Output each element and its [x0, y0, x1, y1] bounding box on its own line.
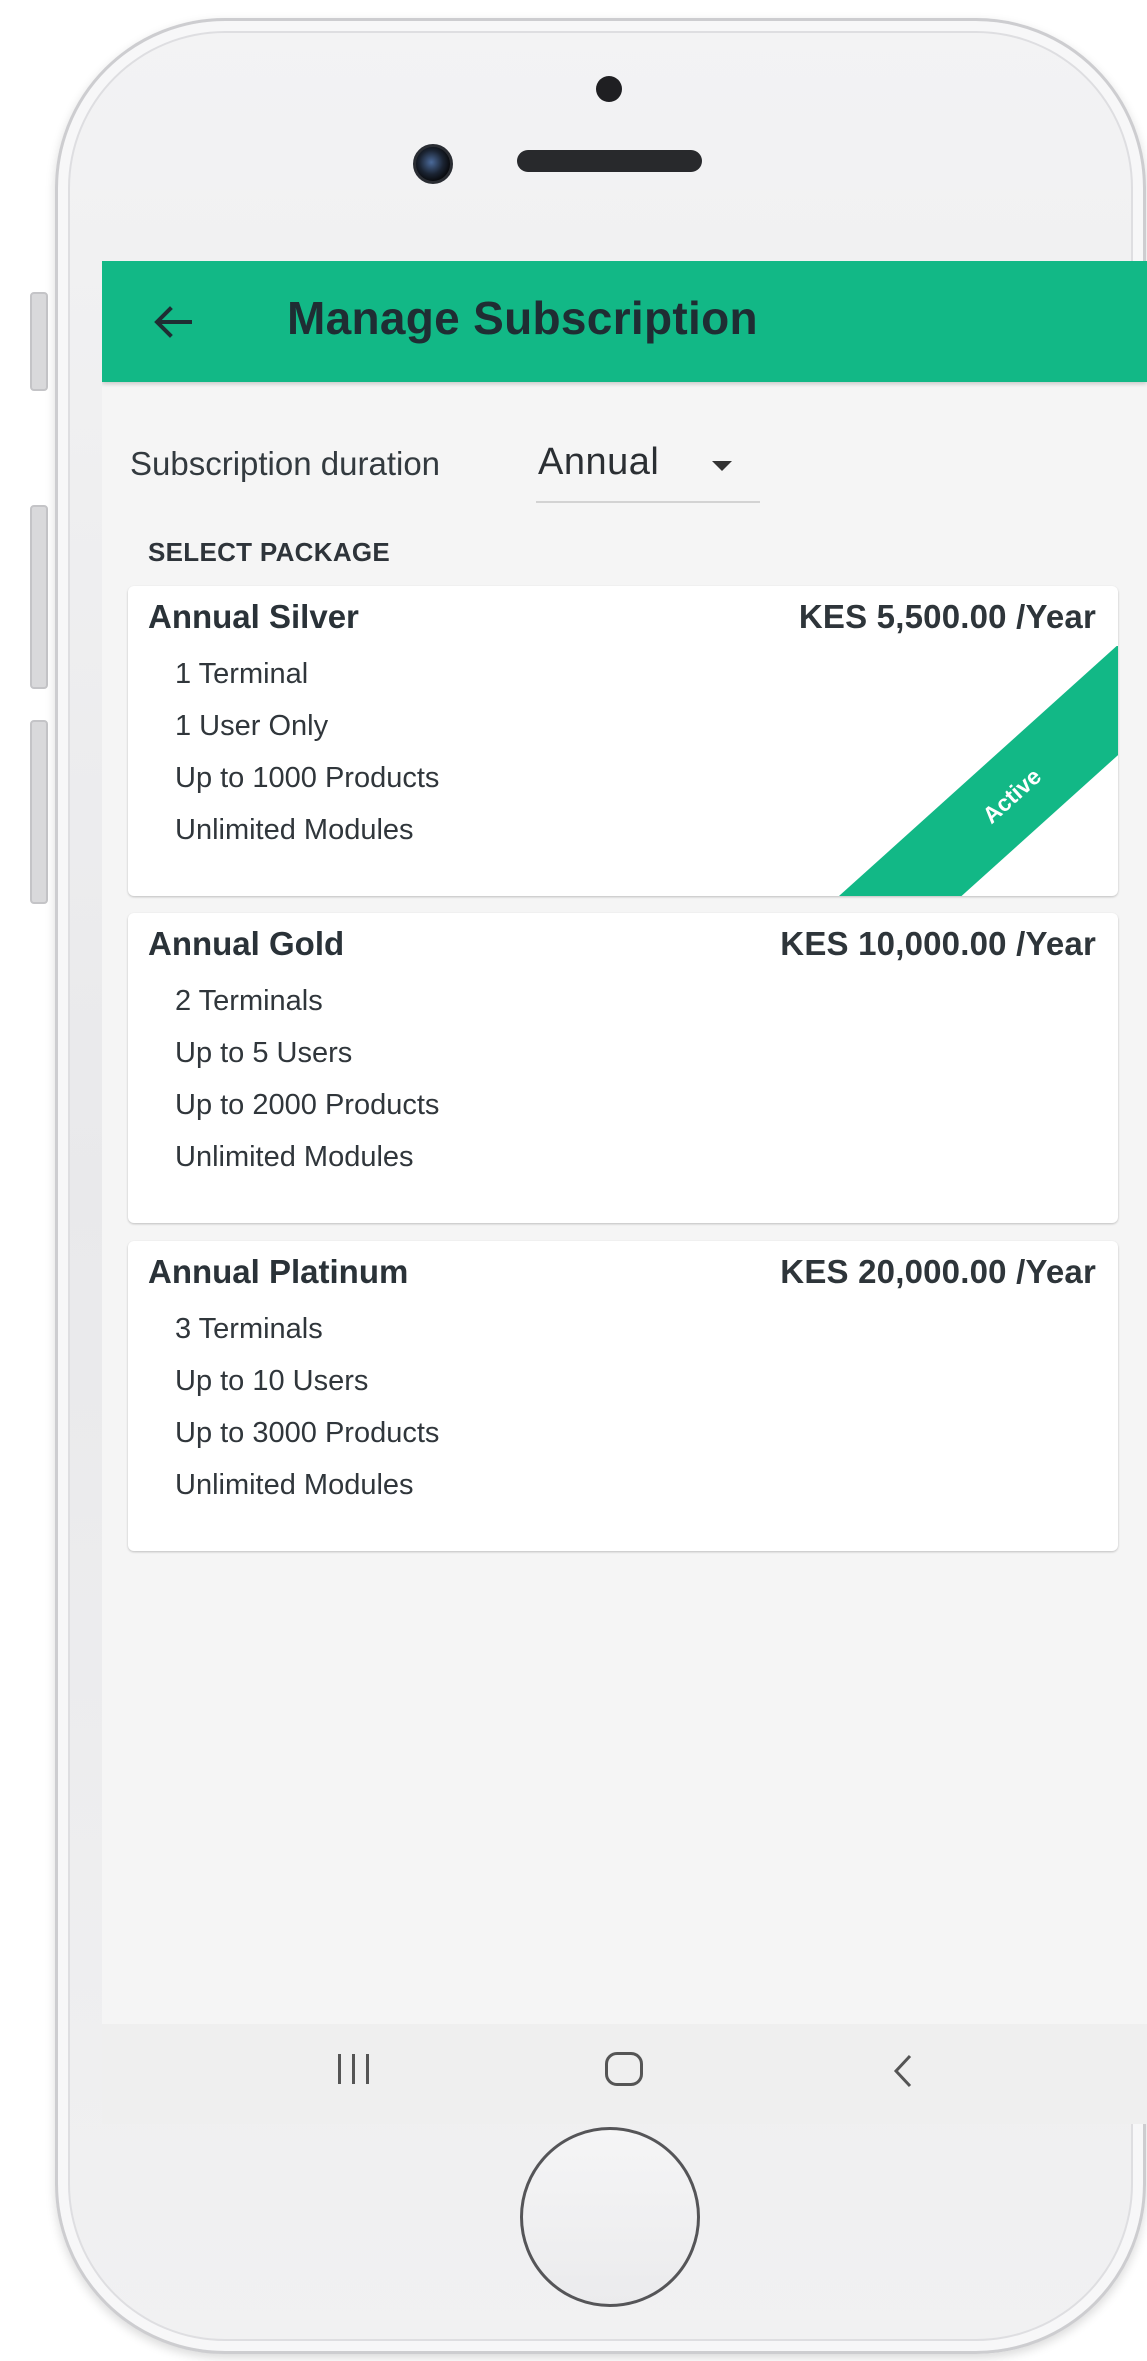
package-name: Annual Gold [148, 925, 345, 962]
package-name: Annual Platinum [148, 1253, 409, 1290]
package-feature: Up to 10 Users [175, 1365, 369, 1397]
system-nav-bar [102, 2024, 1147, 2124]
package-name: Annual Silver [148, 598, 359, 635]
package-feature: Unlimited Modules [175, 1469, 414, 1501]
hardware-home-button[interactable] [520, 2127, 700, 2307]
page-title: Manage Subscription [287, 292, 758, 344]
active-badge: Active [977, 762, 1046, 829]
duration-value: Annual [538, 441, 660, 483]
package-card-silver[interactable]: Annual Silver KES 5,500.00 /Year 1 Termi… [128, 586, 1118, 896]
package-feature: 1 User Only [175, 710, 329, 742]
package-feature: Up to 2000 Products [175, 1089, 440, 1121]
package-feature: Unlimited Modules [175, 814, 414, 846]
app-screen: Manage Subscription Subscription duratio… [102, 261, 1147, 2024]
active-ribbon-band: Active [824, 646, 1118, 896]
package-price: KES 20,000.00 /Year [780, 1253, 1096, 1290]
front-camera [413, 144, 453, 184]
package-feature: Up to 5 Users [175, 1037, 353, 1069]
mute-switch [30, 292, 48, 391]
package-feature: Up to 3000 Products [175, 1417, 440, 1449]
package-price: KES 10,000.00 /Year [780, 925, 1096, 962]
subscription-duration-row: Subscription duration Annual [130, 431, 830, 503]
dropdown-arrow-icon [712, 461, 732, 471]
package-feature: Up to 1000 Products [175, 762, 440, 794]
package-feature: 2 Terminals [175, 985, 323, 1017]
package-feature: 1 Terminal [175, 658, 309, 690]
arrow-left-icon[interactable] [148, 297, 198, 347]
active-ribbon: Active [818, 646, 1118, 896]
package-price: KES 5,500.00 /Year [798, 598, 1096, 635]
volume-down-button [30, 720, 48, 904]
volume-up-button [30, 505, 48, 689]
app-bar: Manage Subscription [102, 261, 1147, 382]
proximity-sensor [596, 76, 622, 102]
recents-icon[interactable] [334, 2054, 374, 2088]
duration-dropdown[interactable]: Annual [536, 431, 760, 503]
duration-label: Subscription duration [130, 445, 441, 482]
package-card-platinum[interactable]: Annual Platinum KES 20,000.00 /Year 3 Te… [128, 1241, 1118, 1551]
earpiece-speaker [517, 150, 702, 172]
section-label: SELECT PACKAGE [148, 537, 391, 567]
home-icon[interactable] [605, 2052, 643, 2086]
package-feature: Unlimited Modules [175, 1141, 414, 1173]
back-chevron-icon[interactable] [882, 2048, 922, 2094]
package-card-gold[interactable]: Annual Gold KES 10,000.00 /Year 2 Termin… [128, 913, 1118, 1223]
package-feature: 3 Terminals [175, 1313, 323, 1345]
